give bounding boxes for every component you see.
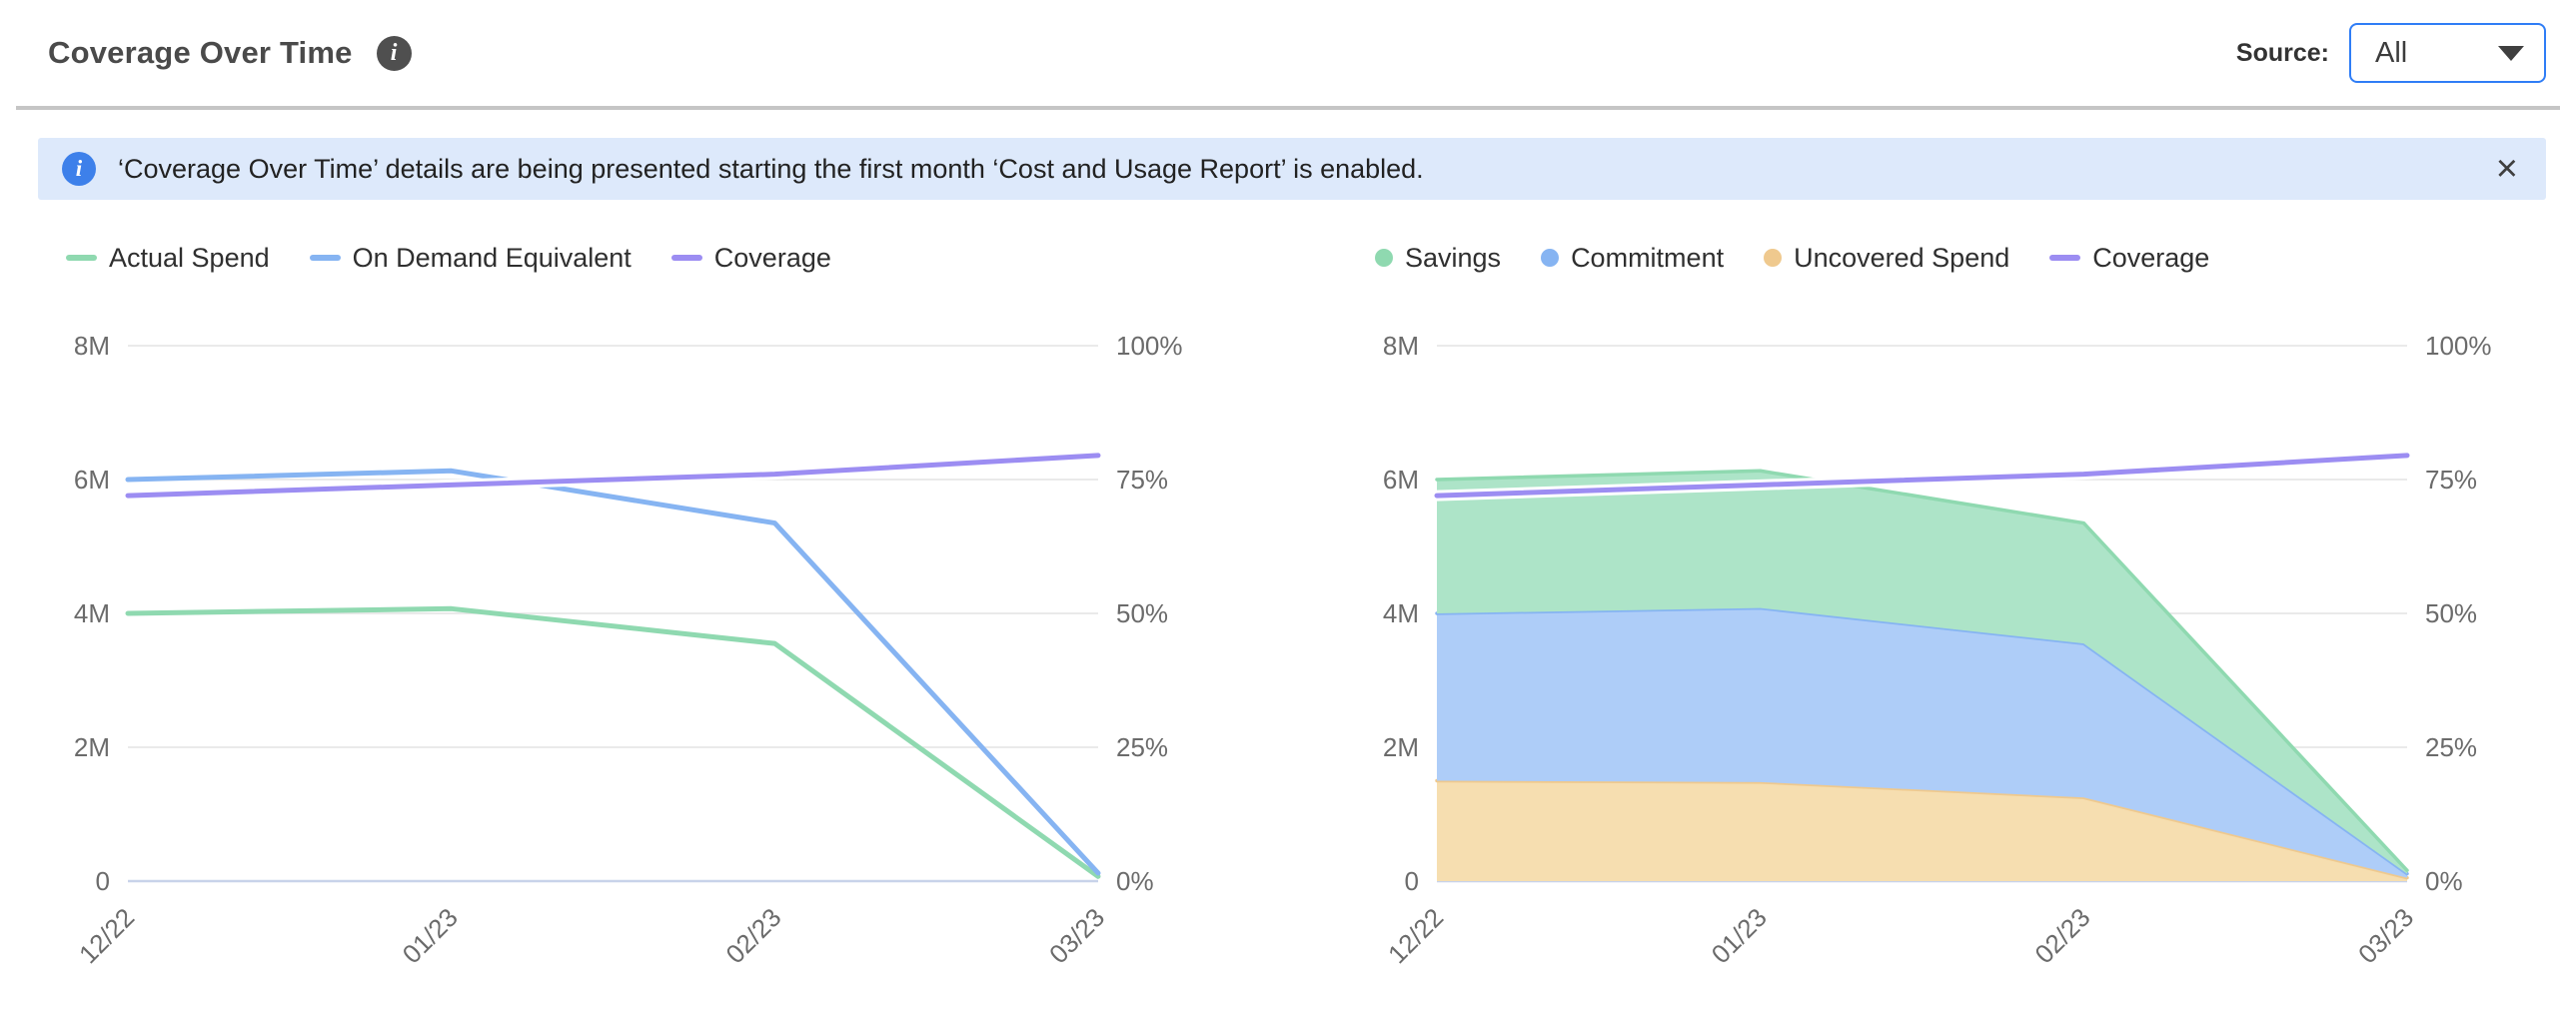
info-banner: i ‘Coverage Over Time’ details are being… (38, 138, 2546, 200)
svg-text:4M: 4M (1383, 598, 1419, 628)
svg-text:8M: 8M (74, 331, 110, 361)
stacked-area-chart: 0 2M 4M 6M 8M 0% 25% 50% 75% 100% 12/22 01/23 02/23 0… (1339, 296, 2548, 1012)
legend-label: Commitment (1571, 243, 1724, 274)
coverage-swatch-icon (2049, 255, 2080, 261)
actual-spend-swatch-icon (66, 255, 97, 261)
legend-item-coverage[interactable]: Coverage (671, 243, 831, 274)
svg-text:2M: 2M (74, 732, 110, 762)
commitment-swatch-icon (1541, 249, 1559, 267)
svg-text:0%: 0% (1116, 866, 1154, 896)
svg-text:01/23: 01/23 (397, 902, 464, 969)
info-icon: i (62, 152, 96, 186)
legend-label: On Demand Equivalent (353, 243, 632, 274)
svg-text:25%: 25% (2425, 732, 2477, 762)
area-chart-svg: 0 2M 4M 6M 8M 0% 25% 50% 75% 100% 12/22 01/23 02/23 0… (1339, 296, 2548, 1007)
header-divider (16, 106, 2560, 110)
legend-item-coverage[interactable]: Coverage (2049, 243, 2209, 274)
legend-label: Coverage (714, 243, 831, 274)
svg-text:8M: 8M (1383, 331, 1419, 361)
source-label: Source: (2236, 39, 2329, 68)
spend-line-chart-panel: Actual Spend On Demand Equivalent Coverage… (30, 240, 1239, 1012)
svg-text:25%: 25% (1116, 732, 1168, 762)
chevron-down-icon (2498, 46, 2524, 61)
legend-item-on-demand-equivalent[interactable]: On Demand Equivalent (310, 243, 632, 274)
svg-text:6M: 6M (1383, 465, 1419, 495)
stacked-area-chart-panel: Savings Commitment Uncovered Spend Coverage… (1339, 240, 2548, 1012)
svg-text:0: 0 (1405, 866, 1419, 896)
uncovered-spend-swatch-icon (1764, 249, 1782, 267)
svg-text:50%: 50% (2425, 598, 2477, 628)
svg-text:02/23: 02/23 (2028, 902, 2095, 969)
svg-text:50%: 50% (1116, 598, 1168, 628)
on-demand-equivalent-swatch-icon (310, 255, 341, 261)
svg-text:12/22: 12/22 (1382, 902, 1449, 969)
series-on-demand-equivalent[interactable] (128, 471, 1098, 873)
legend-item-commitment[interactable]: Commitment (1541, 243, 1724, 274)
svg-text:02/23: 02/23 (719, 902, 786, 969)
legend-label: Coverage (2092, 243, 2209, 274)
y-axis-left-labels: 0 2M 4M 6M 8M (1383, 331, 1419, 896)
svg-text:0%: 0% (2425, 866, 2463, 896)
close-icon[interactable]: × (2492, 150, 2522, 188)
svg-text:100%: 100% (2425, 331, 2492, 361)
legend-label: Actual Spend (109, 243, 270, 274)
series-actual-spend[interactable] (128, 608, 1098, 876)
charts-row: Actual Spend On Demand Equivalent Coverage… (0, 200, 2576, 1012)
svg-text:75%: 75% (1116, 465, 1168, 495)
legend-item-savings[interactable]: Savings (1375, 243, 1501, 274)
widget-header: Coverage Over Time i Source: All (0, 0, 2576, 106)
y-axis-right-labels: 0% 25% 50% 75% 100% (2425, 331, 2492, 896)
svg-text:03/23: 03/23 (2352, 902, 2419, 969)
y-axis-left-labels: 0 2M 4M 6M 8M (74, 331, 110, 896)
area-chart-legend: Savings Commitment Uncovered Spend Coverage (1339, 240, 2548, 276)
svg-text:4M: 4M (74, 598, 110, 628)
page-title: Coverage Over Time (48, 35, 353, 71)
svg-text:2M: 2M (1383, 732, 1419, 762)
svg-text:6M: 6M (74, 465, 110, 495)
source-dropdown[interactable]: All (2349, 23, 2546, 83)
legend-label: Uncovered Spend (1794, 243, 2009, 274)
source-dropdown-value: All (2375, 37, 2407, 70)
coverage-swatch-icon (671, 255, 702, 261)
legend-item-actual-spend[interactable]: Actual Spend (66, 243, 270, 274)
line-chart-svg: 0 2M 4M 6M 8M 0% 25% 50% 75% 100% 12/22 01/23 02/23 0… (30, 296, 1239, 1007)
svg-text:0: 0 (96, 866, 110, 896)
svg-text:75%: 75% (2425, 465, 2477, 495)
legend-item-uncovered-spend[interactable]: Uncovered Spend (1764, 243, 2009, 274)
line-chart-legend: Actual Spend On Demand Equivalent Coverage (30, 240, 1239, 276)
legend-label: Savings (1405, 243, 1501, 274)
coverage-over-time-widget: { "header": { "title": "Coverage Over Ti… (0, 0, 2576, 1015)
x-axis-labels: 12/22 01/23 02/23 03/23 (1382, 902, 2419, 969)
y-axis-right-labels: 0% 25% 50% 75% 100% (1116, 331, 1183, 896)
banner-text: ‘Coverage Over Time’ details are being p… (118, 154, 1424, 185)
svg-text:12/22: 12/22 (73, 902, 140, 969)
info-icon[interactable]: i (377, 36, 412, 71)
svg-text:03/23: 03/23 (1043, 902, 1110, 969)
line-chart: 0 2M 4M 6M 8M 0% 25% 50% 75% 100% 12/22 01/23 02/23 0… (30, 296, 1239, 1012)
x-axis-labels: 12/22 01/23 02/23 03/23 (73, 902, 1110, 969)
svg-text:100%: 100% (1116, 331, 1183, 361)
savings-swatch-icon (1375, 249, 1393, 267)
svg-text:01/23: 01/23 (1706, 902, 1773, 969)
